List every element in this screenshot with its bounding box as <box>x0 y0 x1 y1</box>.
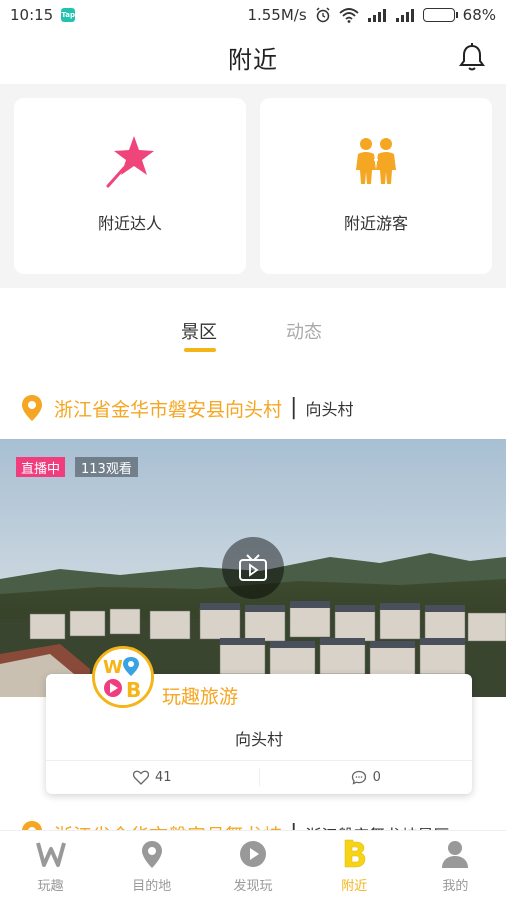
battery-percent: 68% <box>462 6 496 24</box>
tab-bar: 景区 动态 <box>0 310 506 356</box>
like-button[interactable]: 41 <box>46 760 259 794</box>
nav-label-nearby: 附近 <box>341 879 368 894</box>
bottom-navigation: 玩趣 目的地 发现玩 附近 我的 <box>0 830 506 900</box>
network-speed: 1.55M/s <box>247 6 307 24</box>
nav-item-nearby[interactable]: 附近 <box>304 831 405 900</box>
location-name: 向头村 <box>305 400 354 419</box>
status-time: 10:15 <box>10 6 54 24</box>
host-avatar[interactable]: W B <box>92 646 154 708</box>
location-header[interactable]: 浙江省金华市磐安县向头村 | 向头村 <box>20 392 500 424</box>
comment-button[interactable]: 0 <box>260 760 473 794</box>
nav-item-mine[interactable]: 我的 <box>405 831 506 900</box>
live-description: 向头村 <box>234 730 283 749</box>
card-actions: 41 0 <box>46 760 472 794</box>
comment-count: 0 <box>372 769 381 785</box>
live-video-thumbnail[interactable]: 直播中 113观看 <box>0 439 506 697</box>
signal-icon <box>395 9 414 22</box>
play-circle-icon <box>240 841 266 867</box>
tab-active-indicator <box>184 348 216 352</box>
svg-text:B: B <box>126 678 141 702</box>
location-address: 浙江省金华市磐安县向头村 <box>54 398 283 421</box>
live-badge: 直播中 <box>16 457 66 477</box>
nav-label-wanqu: 玩趣 <box>37 879 64 894</box>
bell-icon[interactable] <box>458 42 486 72</box>
b-logo-icon <box>344 839 366 868</box>
tab-scenic[interactable]: 景区 <box>181 318 217 344</box>
woob-logo-icon: W B <box>95 649 151 705</box>
like-count: 41 <box>154 769 172 785</box>
feature-cards-section: 附近达人 附近游客 <box>0 84 506 288</box>
people-icon <box>356 138 396 184</box>
nav-label-mine: 我的 <box>442 879 469 894</box>
nav-label-discover: 发现玩 <box>233 879 273 894</box>
nav-item-discover[interactable]: 发现玩 <box>202 831 303 900</box>
status-bar: 10:15 Tap 1.55M/s 68% <box>0 0 506 30</box>
location-pin-icon <box>22 395 42 421</box>
view-count-badge: 113观看 <box>75 457 138 477</box>
star-wand-icon <box>106 136 154 188</box>
nearby-tourists-card[interactable]: 附近游客 <box>260 98 492 274</box>
heart-icon <box>132 770 149 785</box>
alarm-icon <box>316 7 330 23</box>
comment-icon <box>351 770 366 785</box>
location-pin-icon <box>141 841 162 868</box>
location-separator: | <box>290 395 298 420</box>
host-name: 玩趣旅游 <box>162 686 239 708</box>
nearby-tourists-label: 附近游客 <box>343 214 408 233</box>
tv-play-icon <box>239 554 267 581</box>
tap-app-icon: Tap <box>61 8 76 22</box>
nav-item-destination[interactable]: 目的地 <box>101 831 202 900</box>
nav-item-wanqu[interactable]: 玩趣 <box>0 831 101 900</box>
w-logo-icon <box>35 842 66 867</box>
nearby-experts-label: 附近达人 <box>97 214 162 233</box>
wifi-icon <box>339 8 359 23</box>
tab-moments[interactable]: 动态 <box>286 318 322 344</box>
nearby-experts-card[interactable]: 附近达人 <box>14 98 246 274</box>
page-title: 附近 <box>228 45 278 74</box>
signal-hd-icon <box>367 9 386 22</box>
header: 附近 <box>0 30 506 84</box>
svg-text:W: W <box>103 657 123 678</box>
user-icon <box>442 841 469 868</box>
play-button[interactable] <box>222 537 284 599</box>
battery-icon <box>422 8 458 22</box>
nav-label-destination: 目的地 <box>132 879 172 894</box>
